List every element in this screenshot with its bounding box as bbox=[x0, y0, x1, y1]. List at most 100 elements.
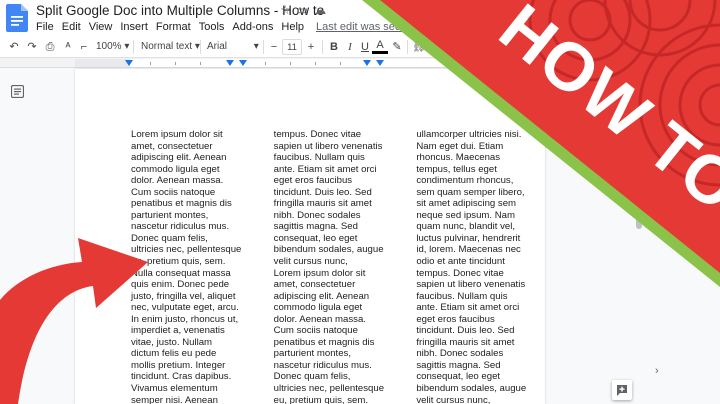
underline-button[interactable]: U bbox=[357, 39, 373, 55]
text-line: consequat, leo eget bbox=[273, 232, 358, 244]
text-line: commodo ligula eget bbox=[273, 302, 363, 314]
left-indent-marker[interactable] bbox=[125, 60, 133, 66]
menu-add-ons[interactable]: Add-ons bbox=[232, 21, 273, 33]
side-panel-toggle-icon[interactable]: › bbox=[655, 365, 659, 377]
column-marker[interactable] bbox=[226, 60, 234, 66]
text-line: velit cursus nunc, bbox=[416, 394, 491, 404]
docs-logo-icon[interactable] bbox=[6, 4, 28, 32]
cloud-saved-icon[interactable]: ☁ bbox=[314, 3, 332, 17]
text-line: neque sed ipsum. Nam bbox=[416, 209, 515, 221]
toolbar-divider bbox=[263, 40, 264, 54]
text-line: Vivamus elementum bbox=[131, 383, 218, 395]
undo-icon[interactable]: ↶ bbox=[6, 39, 22, 55]
text-line: consequat, leo eget bbox=[416, 371, 501, 383]
last-edit-link[interactable]: Last edit was seconds ago bbox=[316, 21, 446, 33]
print-icon[interactable]: ⎙ bbox=[42, 39, 58, 55]
menu-edit[interactable]: Edit bbox=[62, 21, 81, 33]
style-select[interactable]: Normal text ▾ bbox=[141, 39, 200, 55]
menu-format[interactable]: Format bbox=[156, 21, 191, 33]
text-line: sapien ut libero venenatis bbox=[273, 140, 383, 152]
text-line: eu, pretium quis, sem. bbox=[131, 256, 226, 268]
zoom-select[interactable]: 100% ▾ bbox=[96, 39, 129, 55]
document-page[interactable]: Lorem ipsum dolor sit amet, consectetuer a… bbox=[75, 69, 545, 404]
paint-format-icon[interactable]: ⌐ bbox=[76, 39, 92, 55]
text-line: condimentum rhoncus, bbox=[416, 175, 514, 187]
text-line: rhoncus. Maecenas bbox=[416, 152, 501, 164]
menu-bar: File Edit View Insert Format Tools Add-o… bbox=[36, 21, 446, 33]
column-marker[interactable] bbox=[239, 60, 247, 66]
text-line: Lorem ipsum dolor sit bbox=[273, 267, 366, 279]
redo-icon[interactable]: ↷ bbox=[24, 39, 40, 55]
menu-help[interactable]: Help bbox=[281, 21, 304, 33]
app-header: Split Google Doc into Multiple Columns -… bbox=[0, 0, 720, 36]
text-line: Donec quam felis, bbox=[131, 232, 208, 244]
bold-button[interactable]: B bbox=[326, 39, 342, 55]
title-actions: ☆▭☁ bbox=[280, 3, 332, 17]
column-marker[interactable] bbox=[376, 60, 384, 66]
menu-tools[interactable]: Tools bbox=[199, 21, 225, 33]
text-line: semper nisi. Aenean bbox=[131, 394, 218, 404]
text-line: velit cursus nunc, bbox=[273, 256, 348, 268]
style-value: Normal text bbox=[141, 41, 193, 52]
ruler-tick bbox=[315, 62, 316, 65]
vertical-scrollbar-thumb[interactable] bbox=[636, 199, 642, 229]
text-line: tempus. Donec vitae bbox=[273, 129, 362, 140]
menu-insert[interactable]: Insert bbox=[120, 21, 148, 33]
chevron-down-icon: ▾ bbox=[124, 41, 130, 52]
ruler-right-margin bbox=[503, 59, 545, 67]
star-icon[interactable]: ☆ bbox=[280, 3, 297, 17]
font-select[interactable]: Arial ▾ bbox=[207, 39, 259, 55]
text-line: ante. Etiam sit amet orci bbox=[273, 163, 377, 175]
text-line: sapien ut libero venenatis bbox=[416, 279, 526, 291]
text-line: parturient montes, bbox=[273, 348, 351, 360]
italic-button[interactable]: I bbox=[342, 39, 358, 55]
text-line: eget eros faucibus bbox=[416, 313, 495, 325]
text-line: sagittis magna. Sed bbox=[273, 221, 358, 233]
text-column-1[interactable]: Lorem ipsum dolor sit amet, consectetuer a… bbox=[131, 129, 246, 404]
text-line: fringilla mauris sit amet bbox=[273, 198, 372, 210]
ruler-tick bbox=[200, 62, 201, 65]
add-comment-icon[interactable] bbox=[612, 380, 632, 400]
horizontal-ruler[interactable] bbox=[0, 58, 720, 68]
text-line: dolor. Aenean massa. bbox=[273, 313, 366, 325]
column-marker[interactable] bbox=[363, 60, 371, 66]
text-column-2[interactable]: tempus. Donec vitae sapien ut libero vene… bbox=[274, 129, 389, 404]
text-line: Nam eget dui. Etiam bbox=[416, 140, 504, 152]
decrease-font-size-button[interactable]: − bbox=[266, 39, 282, 55]
text-line: nascetur ridiculus mus. bbox=[131, 221, 230, 233]
text-line: mollis pretium. Integer bbox=[131, 359, 226, 371]
toolbar-divider bbox=[407, 40, 408, 54]
font-size-input[interactable]: 11 bbox=[282, 39, 302, 55]
chevron-down-icon: ▾ bbox=[253, 41, 259, 52]
text-line: vitae, justo. Nullam bbox=[131, 336, 213, 348]
spellcheck-icon[interactable]: ᴬ bbox=[60, 39, 76, 55]
text-color-button[interactable]: A bbox=[372, 39, 388, 54]
text-line: adipiscing elit. Aenean bbox=[131, 152, 227, 164]
text-line: Cum sociis natoque bbox=[131, 186, 216, 198]
text-line: nibh. Donec sodales bbox=[273, 209, 361, 221]
increase-font-size-button[interactable]: + bbox=[303, 39, 319, 55]
ruler-tick bbox=[150, 62, 151, 65]
toolbar: ↶ ↷ ⎙ ᴬ ⌐ 100% ▾ Normal text ▾ Arial ▾ −… bbox=[0, 36, 720, 58]
text-line: odio et ante tincidunt bbox=[416, 256, 505, 268]
document-canvas: Lorem ipsum dolor sit amet, consectetuer a… bbox=[0, 69, 720, 404]
text-line: ultricies nec, pellentesque bbox=[131, 244, 242, 256]
text-column-3[interactable]: ullamcorper ultricies nisi. Nam eget dui.… bbox=[416, 129, 531, 404]
menu-file[interactable]: File bbox=[36, 21, 54, 33]
text-line: tincidunt. Duis leo. Sed bbox=[273, 186, 372, 198]
text-line: amet, consectetuer bbox=[131, 140, 213, 152]
document-outline-icon[interactable] bbox=[11, 85, 24, 98]
text-line: sagittis magna. Sed bbox=[416, 359, 501, 371]
highlight-pen-icon[interactable]: ✎ bbox=[389, 39, 405, 55]
folder-move-icon[interactable]: ▭ bbox=[297, 3, 314, 17]
text-line: justo, fringilla vel, aliquet bbox=[131, 290, 236, 302]
text-line: sit amet adipiscing sem bbox=[416, 198, 517, 210]
ruler-tick bbox=[265, 62, 266, 65]
insert-link-icon[interactable]: ⛓ bbox=[411, 39, 427, 55]
menu-view[interactable]: View bbox=[89, 21, 113, 33]
text-line: nec, vulputate eget, arcu. bbox=[131, 302, 239, 314]
text-line: tempus. Donec vitae bbox=[416, 267, 504, 279]
ruler-tick bbox=[290, 62, 291, 65]
text-line: luctus pulvinar, hendrerit bbox=[416, 232, 521, 244]
toolbar-divider bbox=[200, 40, 201, 54]
